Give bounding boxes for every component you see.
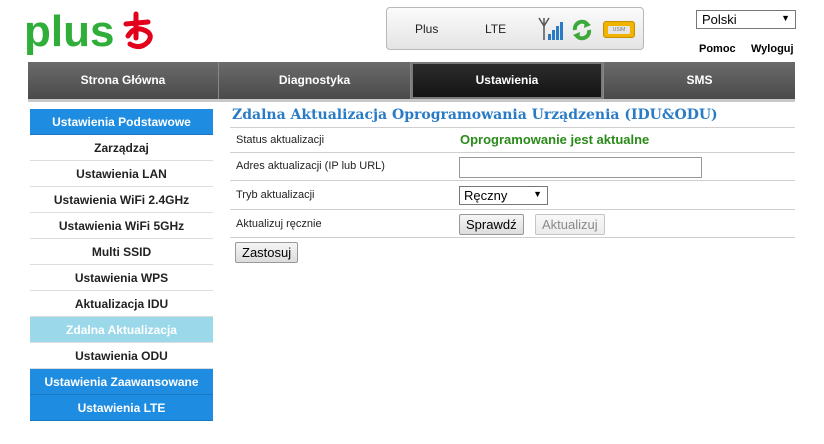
logo-text: plus xyxy=(24,8,114,56)
sim-label: USIM xyxy=(608,26,630,34)
status-value: Oprogramowanie jest aktualne xyxy=(460,132,650,147)
check-button[interactable]: Sprawdź xyxy=(459,214,524,235)
router-admin-page: plus Plus LTE USIM Polski ▼ Pomoc Wylogu… xyxy=(0,0,824,444)
sidebar-item-idu-update[interactable]: Aktualizacja IDU xyxy=(30,291,213,317)
plus-logo[interactable]: plus xyxy=(24,7,174,56)
nav-divider xyxy=(28,99,795,102)
signal-strength-icon xyxy=(538,17,563,40)
manual-update-row: Aktualizuj ręcznie Sprawdź Aktualizuj xyxy=(230,209,795,238)
update-address-input[interactable] xyxy=(459,157,702,178)
manual-update-label: Aktualizuj ręcznie xyxy=(236,218,322,230)
sidebar-item-wps[interactable]: Ustawienia WPS xyxy=(30,265,213,291)
plus-mark-icon xyxy=(123,11,153,50)
logout-link[interactable]: Wyloguj xyxy=(751,43,794,55)
sidebar-item-multi-ssid[interactable]: Multi SSID xyxy=(30,239,213,265)
tab-diagnostics[interactable]: Diagnostyka xyxy=(219,62,411,99)
apply-button[interactable]: Zastosuj xyxy=(235,242,299,263)
sidebar-item-wifi-24[interactable]: Ustawienia WiFi 2.4GHz xyxy=(30,187,213,213)
tab-home[interactable]: Strona Główna xyxy=(28,62,219,99)
tab-settings[interactable]: Ustawienia xyxy=(411,62,604,99)
sidebar-item-remote-update[interactable]: Zdalna Aktualizacja xyxy=(30,317,213,343)
status-row: Status aktualizacji Oprogramowanie jest … xyxy=(230,127,795,152)
update-form: Status aktualizacji Oprogramowanie jest … xyxy=(230,127,795,238)
help-link[interactable]: Pomoc xyxy=(699,43,736,55)
mode-row: Tryb aktualizacji Ręczny ▼ xyxy=(230,180,795,209)
sidebar-item-basic-settings[interactable]: Ustawienia Podstawowe xyxy=(30,109,213,135)
sidebar-item-odu[interactable]: Ustawienia ODU xyxy=(30,343,213,369)
update-mode-value: Ręczny xyxy=(464,188,508,203)
page-title: Zdalna Aktualizacja Oprogramowania Urząd… xyxy=(232,107,718,123)
tab-sms[interactable]: SMS xyxy=(604,62,795,99)
chevron-down-icon: ▼ xyxy=(533,189,542,199)
main-nav: Strona Główna Diagnostyka Ustawienia SMS xyxy=(28,62,795,99)
chevron-down-icon: ▼ xyxy=(781,13,790,23)
device-status-panel: Plus LTE USIM xyxy=(386,7,644,50)
language-select[interactable]: Polski ▼ xyxy=(696,10,796,29)
address-label: Adres aktualizacji (IP lub URL) xyxy=(236,160,385,172)
sidebar-item-wifi-5[interactable]: Ustawienia WiFi 5GHz xyxy=(30,213,213,239)
connection-refresh-icon xyxy=(572,19,592,41)
mode-label: Tryb aktualizacji xyxy=(236,189,315,201)
language-value: Polski xyxy=(702,12,737,27)
operator-name: Plus xyxy=(415,22,439,36)
sidebar-item-manage[interactable]: Zarządzaj xyxy=(30,135,213,161)
sidebar-item-lte[interactable]: Ustawienia LTE xyxy=(30,395,213,421)
address-row: Adres aktualizacji (IP lub URL) xyxy=(230,152,795,180)
status-label: Status aktualizacji xyxy=(236,134,325,146)
sim-card-icon: USIM xyxy=(603,21,635,38)
network-type: LTE xyxy=(485,22,507,36)
sidebar-item-lan[interactable]: Ustawienia LAN xyxy=(30,161,213,187)
sidebar-item-advanced-settings[interactable]: Ustawienia Zaawansowane xyxy=(30,369,213,395)
update-button[interactable]: Aktualizuj xyxy=(535,214,605,235)
settings-sidebar: Ustawienia Podstawowe Zarządzaj Ustawien… xyxy=(30,109,213,421)
update-mode-select[interactable]: Ręczny ▼ xyxy=(459,186,548,205)
